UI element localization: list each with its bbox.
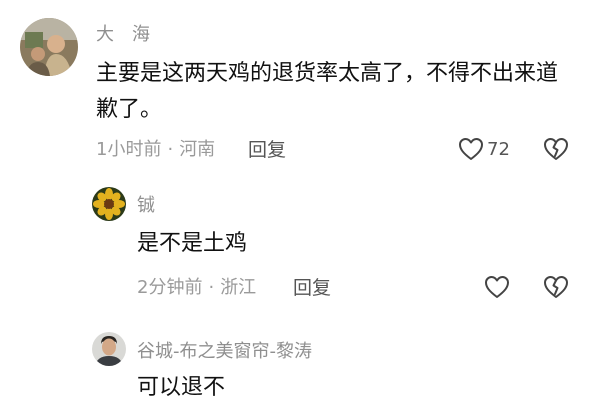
like-count: 72	[487, 138, 510, 160]
broken-heart-icon	[544, 138, 568, 160]
dislike-button[interactable]	[543, 137, 569, 165]
reply-button[interactable]: 回复	[248, 138, 286, 162]
avatar[interactable]	[92, 187, 126, 221]
comment-username[interactable]: 铖	[137, 195, 155, 217]
dislike-button[interactable]	[543, 275, 569, 303]
reply-button[interactable]: 回复	[293, 276, 331, 300]
yellow-flower-avatar-icon	[92, 187, 126, 221]
heart-icon	[485, 276, 509, 298]
comment-text: 可以退不	[137, 375, 226, 400]
comment-username[interactable]: 大 海	[96, 24, 150, 46]
comment-meta: 1小时前 · 河南	[96, 138, 215, 162]
comment-time: 1小时前	[96, 139, 162, 160]
comment-location: 河南	[179, 139, 216, 160]
comment-location: 浙江	[220, 277, 257, 298]
comment-meta: 2分钟前 · 浙江	[137, 276, 256, 300]
comment-username[interactable]: 谷城-布之美窗帘-黎涛	[137, 341, 312, 363]
heart-icon	[459, 138, 483, 160]
meta-separator: ·	[167, 139, 174, 160]
person-photo-avatar-icon	[20, 18, 78, 76]
like-button[interactable]: 72	[458, 137, 510, 161]
broken-heart-icon	[544, 276, 568, 298]
comment-text: 主要是这两天鸡的退货率太高了，不得不出来道歉了。	[96, 61, 559, 122]
like-button[interactable]	[484, 275, 510, 299]
comment-time: 2分钟前	[137, 277, 203, 298]
meta-separator: ·	[208, 277, 215, 298]
man-photo-avatar-icon	[92, 332, 126, 366]
comment-text: 是不是土鸡	[137, 231, 248, 256]
avatar[interactable]	[92, 332, 126, 366]
avatar[interactable]	[20, 18, 78, 76]
